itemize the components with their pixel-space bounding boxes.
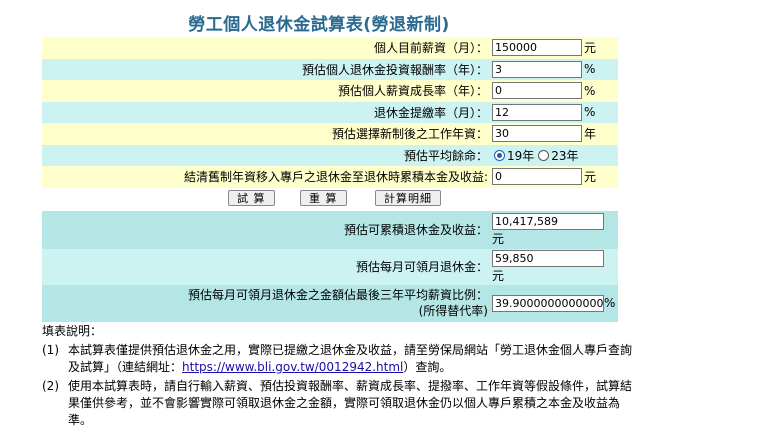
work-years-label: 預估選擇新制後之工作年資： [331, 127, 488, 142]
life-23-label: 23年 [551, 148, 579, 163]
replacement-ratio-row: 預估每月可領月退休金之金額佔最後三年平均薪資比例： (所得替代率) 39.900… [42, 284, 618, 322]
replacement-ratio-label-line1: 預估每月可領月退休金之金額佔最後三年平均薪資比例： [187, 288, 488, 302]
contribution-rate-row: 退休金提繳率（月）： % [42, 101, 618, 123]
replacement-ratio-label: 預估每月可領月退休金之金額佔最後三年平均薪資比例： (所得替代率) [42, 287, 492, 319]
calculator-form: 個人目前薪資（月）： 元 預估個人退休金投資報酬率（年）： % 預估個人薪資成長… [42, 37, 618, 322]
monthly-result-unit: 元 [492, 268, 505, 283]
instruction-text: 使用本試算表時，請自行輸入薪資、預估投資報酬率、薪資成長率、提撥率、工作年資等假… [68, 379, 633, 427]
instruction-text-end: ）查詢。 [403, 360, 452, 374]
old-transfer-row: 結清舊制年資移入專戶之退休金至退休時累積本金及收益: 元 [42, 166, 618, 188]
salary-unit: 元 [584, 41, 597, 56]
replacement-ratio-value: 39.90000000000000 [492, 294, 604, 312]
old-transfer-input[interactable] [492, 168, 582, 186]
work-years-unit: 年 [584, 127, 597, 142]
bli-link[interactable]: https://www.bli.gov.tw/0012942.html [182, 360, 403, 374]
salary-growth-label: 預估個人薪資成長率（年）： [337, 84, 488, 99]
old-transfer-label: 結清舊制年資移入專戶之退休金至退休時累積本金及收益: [183, 170, 488, 185]
page-title: 勞工個人退休金試算表(勞退新制) [188, 15, 450, 35]
salary-growth-row: 預估個人薪資成長率（年）： % [42, 80, 618, 102]
return-rate-unit: % [584, 62, 596, 77]
salary-row: 個人目前薪資（月）： 元 [42, 37, 618, 59]
calculate-button[interactable]: 試 算 [228, 189, 275, 206]
total-result-unit: 元 [492, 231, 505, 246]
instructions-heading: 填表說明： [42, 324, 103, 338]
monthly-result-label: 預估每月可領月退休金： [355, 259, 488, 274]
contribution-rate-input[interactable] [492, 103, 582, 121]
reset-button[interactable]: 重 算 [300, 189, 347, 206]
monthly-result-row: 預估每月可領月退休金： 59,850 元 [42, 248, 618, 285]
old-transfer-unit: 元 [584, 170, 597, 185]
instruction-item: (1) 本試算表僅提供預估退休金之用，實際已提繳之退休金及收益，請至勞保局網站「… [42, 342, 632, 376]
replacement-ratio-unit: % [604, 296, 616, 310]
return-rate-label: 預估個人退休金投資報酬率（年）： [301, 62, 488, 77]
instructions: 填表說明： (1) 本試算表僅提供預估退休金之用，實際已提繳之退休金及收益，請至… [42, 323, 632, 429]
details-button[interactable]: 計算明細 [375, 189, 441, 206]
monthly-result-value: 59,850 [492, 249, 604, 267]
instruction-number: (1) [42, 343, 59, 357]
instruction-item: (2) 使用本試算表時，請自行輸入薪資、預估投資報酬率、薪資成長率、提撥率、工作… [42, 378, 632, 429]
life-23-radio[interactable] [538, 149, 550, 161]
button-row: 試 算 重 算 計算明細 [42, 187, 618, 211]
work-years-row: 預估選擇新制後之工作年資： 年 [42, 123, 618, 145]
return-rate-row: 預估個人退休金投資報酬率（年）： % [42, 58, 618, 80]
contribution-rate-unit: % [584, 105, 596, 120]
salary-label: 個人目前薪資（月）： [373, 41, 488, 56]
replacement-ratio-label-line2: (所得替代率) [418, 304, 488, 318]
instruction-number: (2) [42, 379, 59, 393]
total-result-value: 10,417,589 [492, 212, 604, 230]
salary-growth-input[interactable] [492, 82, 582, 100]
life-19-radio[interactable] [494, 149, 505, 161]
contribution-rate-label: 退休金提繳率（月）： [373, 105, 488, 120]
life-19-label: 19年 [507, 148, 535, 163]
life-expectancy-row: 預估平均餘命： 19年 23年 [42, 144, 618, 166]
total-result-row: 預估可累積退休金及收益： 10,417,589 元 [42, 210, 618, 249]
return-rate-input[interactable] [492, 60, 582, 78]
life-expectancy-label: 預估平均餘命： [403, 148, 488, 163]
work-years-input[interactable] [492, 125, 582, 143]
total-result-label: 預估可累積退休金及收益： [343, 222, 488, 237]
salary-input[interactable] [492, 39, 582, 57]
salary-growth-unit: % [584, 83, 596, 98]
